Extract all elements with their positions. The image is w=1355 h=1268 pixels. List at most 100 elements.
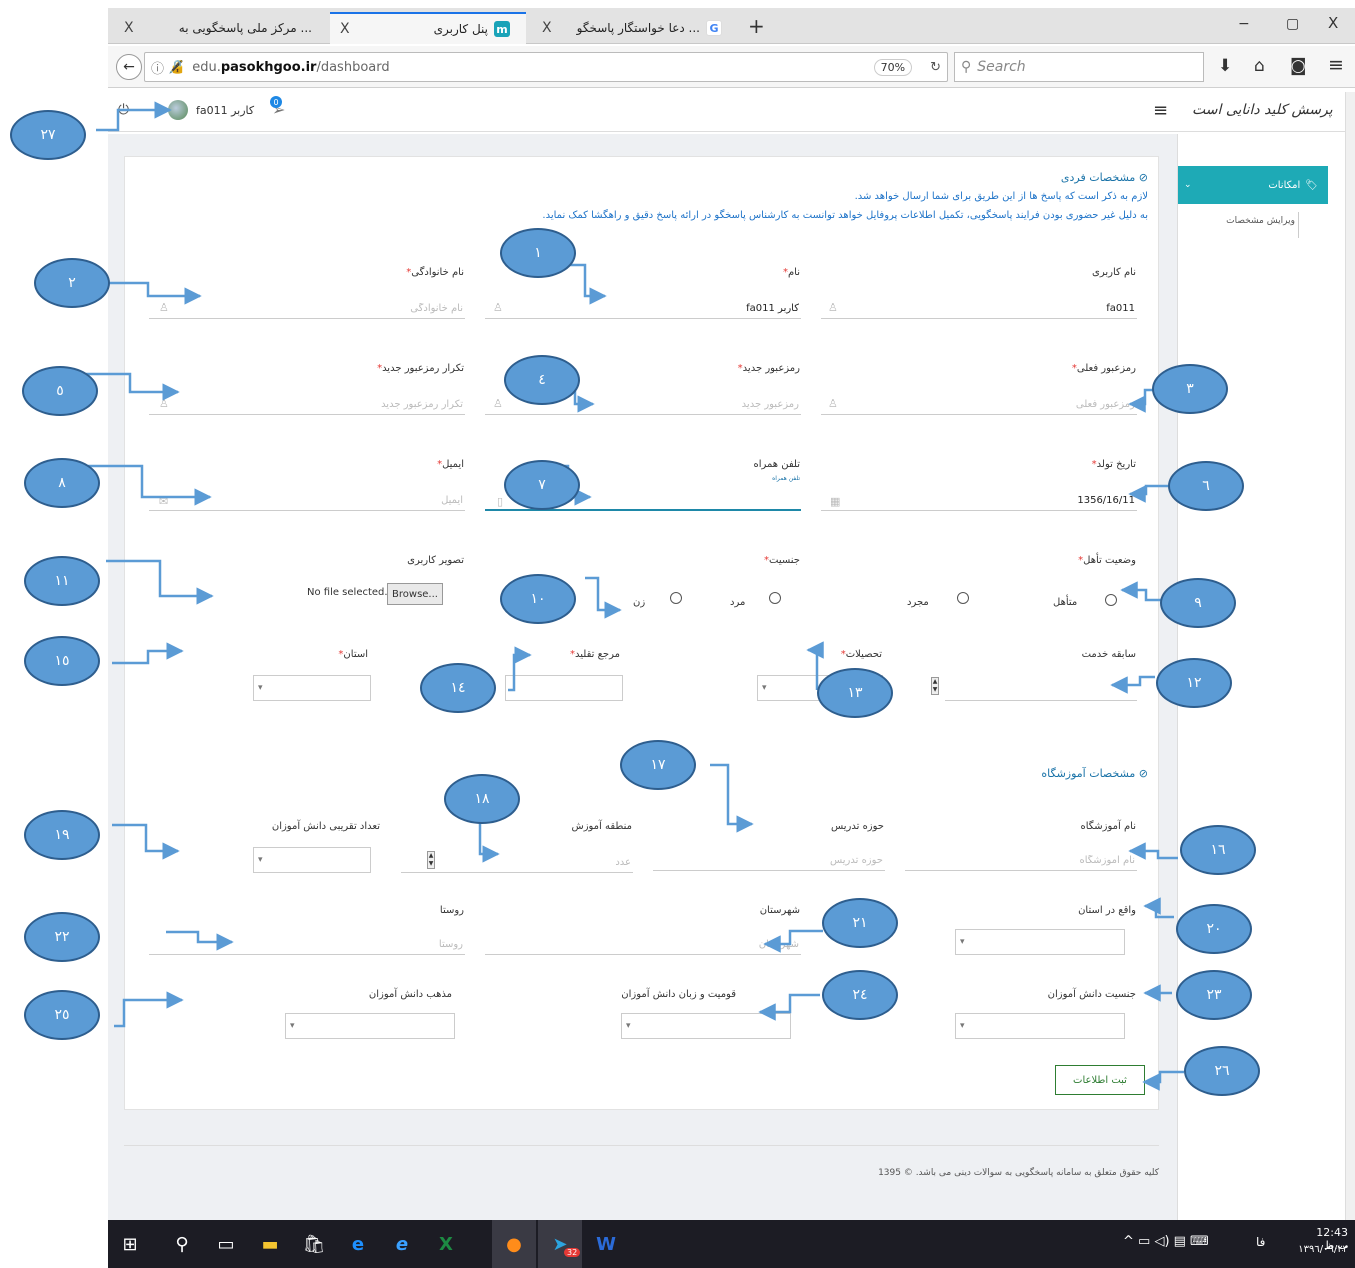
section-school-title: ⊘ مشخصات آموزشگاه xyxy=(1041,767,1148,780)
annotation-circle: ۱ xyxy=(500,228,576,278)
tab-site[interactable]: ... مرکز ملی پاسخگویی به X xyxy=(114,12,322,44)
lastname-input[interactable] xyxy=(149,299,465,319)
village-label: روستا xyxy=(439,905,464,916)
school-name-input[interactable] xyxy=(905,851,1137,871)
telegram-icon[interactable]: ➤ xyxy=(538,1220,582,1268)
ie-icon[interactable]: e xyxy=(380,1220,424,1268)
close-tab-icon[interactable]: X xyxy=(542,20,552,36)
maximize-button[interactable]: ▢ xyxy=(1286,16,1299,32)
task-view-icon[interactable]: ▭ xyxy=(204,1220,248,1268)
school-province-select[interactable]: ▾ xyxy=(955,929,1125,955)
excel-icon[interactable]: X xyxy=(424,1220,468,1268)
file-status: No file selected. xyxy=(307,587,388,598)
user-name[interactable]: کاربر fa011 xyxy=(196,104,254,117)
label-text: تکرار رمزعبور جدید xyxy=(382,363,464,374)
power-icon[interactable]: ⏻ xyxy=(118,102,129,118)
pocket-icon[interactable]: ◙ xyxy=(1290,56,1307,76)
student-gender-select[interactable]: ▾ xyxy=(955,1013,1125,1039)
marja-select[interactable] xyxy=(505,675,623,701)
student-ethnicity-select[interactable]: ▾ xyxy=(621,1013,791,1039)
teaching-field-input[interactable] xyxy=(653,851,885,871)
tray-icons[interactable]: ^ ▭ ◁) ▤ ⌨ xyxy=(1123,1234,1209,1249)
student-religion-select[interactable]: ▾ xyxy=(285,1013,455,1039)
label-text: جنسیت xyxy=(769,555,800,566)
birthdate-input[interactable] xyxy=(821,491,1137,511)
dropdown-arrow-icon: ▾ xyxy=(290,1021,295,1031)
radio-married-label: متأهل xyxy=(1053,597,1078,608)
close-window-button[interactable]: X xyxy=(1328,14,1338,32)
email-input[interactable] xyxy=(149,491,465,511)
windows-start-icon[interactable]: ⊞ xyxy=(108,1220,152,1268)
marja-label: مرجع تقلید* xyxy=(570,649,620,660)
province-select[interactable]: ▾ xyxy=(253,675,371,701)
store-icon[interactable]: 🛍 xyxy=(292,1220,336,1268)
url-bar[interactable]: ⓘ 🔏 edu. pasokhgoo.ir/dashboard 70% ↻ xyxy=(144,52,948,82)
repeat-password-input[interactable] xyxy=(149,395,465,415)
browser-nav-bar: ← ⓘ 🔏 edu. pasokhgoo.ir/dashboard 70% ↻ ⚲… xyxy=(108,46,1355,88)
check-circle-icon: ⊘ xyxy=(1138,171,1148,184)
label-text: نام خانوادگی xyxy=(411,267,464,278)
radio-male[interactable] xyxy=(769,592,781,604)
footer-copyright: کلیه حقوق متعلق به سامانه پاسخگویی به سو… xyxy=(878,1168,1159,1178)
m-logo-icon: m xyxy=(494,21,510,37)
city-input[interactable] xyxy=(485,935,801,955)
language-indicator[interactable]: فا xyxy=(1256,1235,1265,1249)
village-input[interactable] xyxy=(149,935,465,955)
annotation-circle: ۷ xyxy=(504,460,580,510)
service-years-input[interactable] xyxy=(945,681,1137,701)
tab-user-panel[interactable]: m پنل کاربری X xyxy=(330,12,526,44)
search-box[interactable]: ⚲ Search xyxy=(954,52,1204,82)
student-count-select[interactable]: ▾ xyxy=(253,847,371,873)
radio-female[interactable] xyxy=(670,592,682,604)
education-label: تحصیلات* xyxy=(840,649,882,660)
section-title-text: مشخصات آموزشگاه xyxy=(1041,767,1136,780)
annotation-circle: ۱۱ xyxy=(24,556,100,606)
annotation-circle: ۲۱ xyxy=(822,898,898,948)
number-spinner[interactable]: ▲ ▼ xyxy=(931,677,939,695)
label-text: تحصیلات xyxy=(845,649,882,660)
reload-icon[interactable]: ↻ xyxy=(930,60,941,75)
zoom-level[interactable]: 70% xyxy=(873,58,913,76)
sidebar-item-edit-profile[interactable]: ویرایش مشخصات xyxy=(1226,216,1295,226)
birthdate-label: تاریخ تولد* xyxy=(1091,459,1136,470)
minimize-button[interactable]: − xyxy=(1238,16,1250,32)
new-tab-button[interactable]: + xyxy=(748,14,765,38)
photo-label: تصویر کاربری xyxy=(407,555,464,566)
edu-region-input[interactable] xyxy=(401,853,633,873)
username-input[interactable] xyxy=(821,299,1137,319)
annotation-circle: ۱۰ xyxy=(500,574,576,624)
download-icon[interactable]: ⬇ xyxy=(1218,56,1232,76)
current-password-input[interactable] xyxy=(821,395,1137,415)
label-text: مرجع تقلید xyxy=(575,649,620,660)
home-icon[interactable]: ⌂ xyxy=(1254,56,1265,76)
sidebar-menu-features[interactable]: 🏷 امکانات ⌄ xyxy=(1178,166,1328,204)
site-logo[interactable]: پرسش کلید دانایی است xyxy=(1192,102,1333,118)
scrollbar[interactable] xyxy=(1345,92,1355,1220)
tab-google[interactable]: G ... دعا خواستگار پاسخگو X xyxy=(532,12,738,44)
browse-button[interactable]: Browse... xyxy=(387,583,443,605)
label-text: وضعیت تأهل xyxy=(1083,555,1136,566)
email-label: ایمیل* xyxy=(437,459,464,470)
word-icon[interactable]: W xyxy=(584,1220,628,1268)
firefox-icon[interactable]: ● xyxy=(492,1220,536,1268)
close-tab-icon[interactable]: X xyxy=(124,20,134,36)
current-password-label: رمزعبور فعلی* xyxy=(1071,363,1136,374)
search-icon[interactable]: ⚲ xyxy=(160,1220,204,1268)
name-input[interactable] xyxy=(485,299,801,319)
tag-icon: 🏷 xyxy=(1305,179,1318,191)
file-explorer-icon[interactable]: ▬ xyxy=(248,1220,292,1268)
annotation-circle: ۱۸ xyxy=(444,774,520,824)
back-arrow-icon[interactable]: ← xyxy=(116,54,142,80)
avatar[interactable] xyxy=(168,100,188,120)
annotation-circle: ۲۳ xyxy=(1176,970,1252,1020)
student-gender-label: جنسیت دانش آموزان xyxy=(1047,989,1136,1000)
menu-icon[interactable]: ≡ xyxy=(1328,54,1344,76)
search-placeholder: Search xyxy=(977,59,1026,75)
hamburger-icon[interactable]: ≡ xyxy=(1153,100,1168,121)
radio-single[interactable] xyxy=(957,592,969,604)
annotation-circle: ۱٦ xyxy=(1180,825,1256,875)
edge-icon[interactable]: e xyxy=(336,1220,380,1268)
submit-button[interactable]: ثبت اطلاعات xyxy=(1055,1065,1145,1095)
close-tab-icon[interactable]: X xyxy=(340,21,350,37)
radio-married[interactable] xyxy=(1105,594,1117,606)
